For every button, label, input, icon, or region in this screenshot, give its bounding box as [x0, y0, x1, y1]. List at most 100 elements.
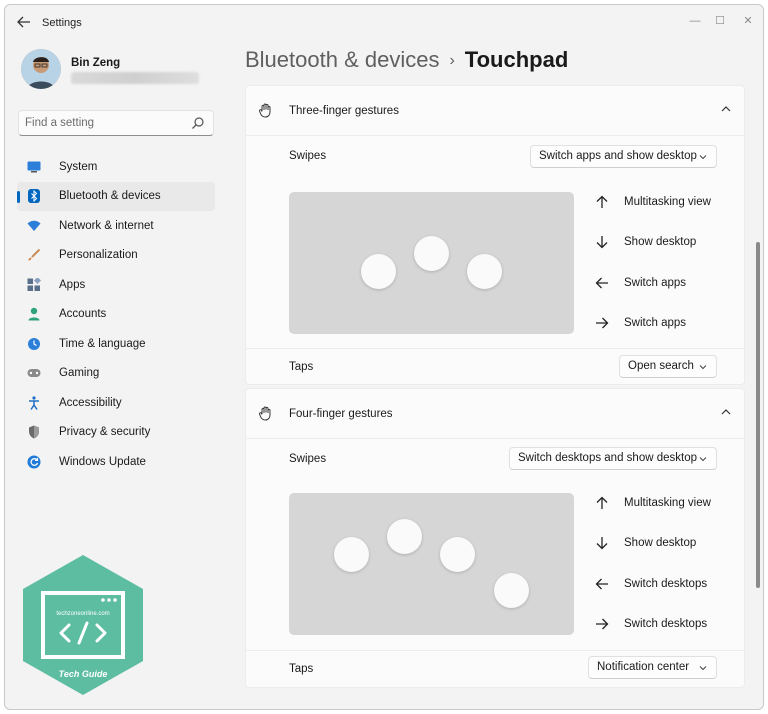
- settings-content: Three-finger gestures Swipes Switch apps…: [245, 85, 745, 709]
- title-bar: Settings — ☐ ✕: [5, 5, 763, 41]
- sidebar-item-label: Privacy & security: [59, 426, 151, 439]
- four-finger-swipes-row: Swipes Switch desktops and show desktop: [246, 439, 744, 479]
- page-title: Bluetooth & devices › Touchpad: [245, 47, 568, 73]
- sidebar-item-label: Accessibility: [59, 396, 122, 409]
- swipes-label: Swipes: [289, 150, 327, 162]
- sidebar-item-network[interactable]: Network & internet: [17, 211, 215, 241]
- svg-text:Tech Guide: Tech Guide: [59, 669, 108, 679]
- up-arrow-icon: [596, 496, 608, 509]
- sidebar-item-personalization[interactable]: Personalization: [17, 241, 215, 271]
- taps-label: Taps: [289, 663, 314, 675]
- gesture-swipe-up: Multitasking view: [595, 495, 711, 511]
- three-finger-taps-dropdown[interactable]: Open search: [619, 355, 717, 378]
- dropdown-value: Switch desktops and show desktop: [518, 452, 697, 464]
- finger-dot: [361, 254, 396, 289]
- touchpad-illustration: [289, 192, 574, 334]
- finger-dot: [467, 254, 502, 289]
- minimize-button[interactable]: —: [684, 12, 706, 30]
- app-title: Settings: [42, 17, 82, 29]
- wifi-icon: [27, 219, 41, 233]
- avatar[interactable]: [21, 49, 61, 89]
- up-arrow-icon: [596, 195, 608, 208]
- close-button[interactable]: ✕: [737, 12, 759, 30]
- sidebar-item-windows-update[interactable]: Windows Update: [17, 447, 215, 477]
- sidebar-item-system[interactable]: System: [17, 152, 215, 182]
- chevron-up-icon[interactable]: [720, 103, 732, 115]
- touchpad-illustration: [289, 493, 574, 635]
- down-arrow-icon: [596, 236, 608, 249]
- back-arrow-icon: [17, 16, 30, 28]
- gesture-swipe-down: Show desktop: [595, 234, 696, 250]
- back-button[interactable]: [15, 15, 33, 31]
- right-arrow-icon: [596, 618, 609, 630]
- chevron-down-icon: [699, 155, 707, 160]
- swipes-label: Swipes: [289, 453, 327, 465]
- search-icon[interactable]: [191, 116, 205, 130]
- hand-gesture-icon: [259, 103, 271, 118]
- three-finger-gestures-card: Three-finger gestures Swipes Switch apps…: [245, 85, 745, 385]
- sidebar-item-gaming[interactable]: Gaming: [17, 359, 215, 389]
- content-scrollbar[interactable]: [756, 242, 760, 588]
- sidebar-item-time-language[interactable]: Time & language: [17, 329, 215, 359]
- gesture-swipe-right: Switch apps: [595, 315, 686, 331]
- gesture-label: Switch desktops: [624, 618, 708, 630]
- four-finger-taps-dropdown[interactable]: Notification center: [588, 656, 717, 679]
- breadcrumb-parent[interactable]: Bluetooth & devices: [245, 47, 439, 72]
- sidebar-item-bluetooth-devices[interactable]: Bluetooth & devices: [17, 181, 215, 211]
- section-title: Three-finger gestures: [289, 105, 399, 117]
- gesture-swipe-up: Multitasking view: [595, 194, 711, 210]
- four-finger-gestures-card: Four-finger gestures Swipes Switch deskt…: [245, 388, 745, 688]
- sidebar-item-accessibility[interactable]: Accessibility: [17, 388, 215, 418]
- user-name: Bin Zeng: [71, 57, 121, 69]
- sidebar-item-accounts[interactable]: Accounts: [17, 300, 215, 330]
- gesture-swipe-left: Switch apps: [595, 275, 686, 291]
- monitor-icon: [27, 160, 41, 174]
- globe-clock-icon: [27, 337, 41, 351]
- shield-icon: [27, 425, 41, 439]
- chevron-down-icon: [699, 457, 707, 462]
- search-input[interactable]: [25, 115, 185, 131]
- three-finger-header[interactable]: Three-finger gestures: [246, 86, 744, 136]
- svg-text:techzoneonline.com: techzoneonline.com: [56, 611, 109, 617]
- four-finger-header[interactable]: Four-finger gestures: [246, 389, 744, 439]
- four-finger-taps-row: Taps Notification center: [246, 651, 744, 688]
- accessibility-icon: [27, 396, 41, 410]
- update-icon: [27, 455, 41, 469]
- sidebar-item-label: System: [59, 160, 98, 173]
- breadcrumb-separator: ›: [449, 52, 455, 69]
- settings-window: Settings — ☐ ✕ Bin Zeng System Bluetooth…: [4, 4, 764, 710]
- sidebar-item-label: Time & language: [59, 337, 146, 350]
- left-arrow-icon: [595, 277, 608, 289]
- sidebar-item-label: Accounts: [59, 308, 107, 321]
- search-box[interactable]: [18, 110, 214, 136]
- three-finger-swipes-dropdown[interactable]: Switch apps and show desktop: [530, 145, 717, 168]
- left-arrow-icon: [595, 578, 608, 590]
- finger-dot: [414, 236, 449, 271]
- chevron-up-icon[interactable]: [720, 406, 732, 418]
- tech-guide-watermark: techzoneonline.com Tech Guide: [19, 553, 147, 697]
- dropdown-value: Open search: [628, 360, 694, 372]
- user-email-redacted: [71, 72, 199, 84]
- gesture-label: Multitasking view: [624, 497, 711, 509]
- avatar-photo-icon: [21, 49, 61, 89]
- dropdown-value: Notification center: [597, 661, 690, 673]
- finger-dot: [387, 519, 422, 554]
- four-finger-swipes-dropdown[interactable]: Switch desktops and show desktop: [509, 447, 717, 470]
- apps-icon: [27, 277, 41, 292]
- sidebar-item-label: Apps: [59, 278, 86, 291]
- gesture-label: Switch apps: [624, 277, 687, 289]
- sidebar-item-privacy-security[interactable]: Privacy & security: [17, 418, 215, 448]
- sidebar-item-label: Network & internet: [59, 219, 154, 232]
- three-finger-taps-row: Taps Open search: [246, 349, 744, 386]
- finger-dot: [440, 537, 475, 572]
- chevron-down-icon: [699, 365, 707, 370]
- right-arrow-icon: [596, 317, 609, 329]
- maximize-button[interactable]: ☐: [709, 12, 731, 30]
- sidebar-item-label: Bluetooth & devices: [59, 190, 161, 203]
- chevron-down-icon: [699, 666, 707, 671]
- gesture-label: Show desktop: [624, 236, 697, 248]
- sidebar-item-label: Personalization: [59, 249, 138, 262]
- sidebar-item-apps[interactable]: Apps: [17, 270, 215, 300]
- taps-label: Taps: [289, 361, 314, 373]
- hand-gesture-icon: [259, 406, 271, 421]
